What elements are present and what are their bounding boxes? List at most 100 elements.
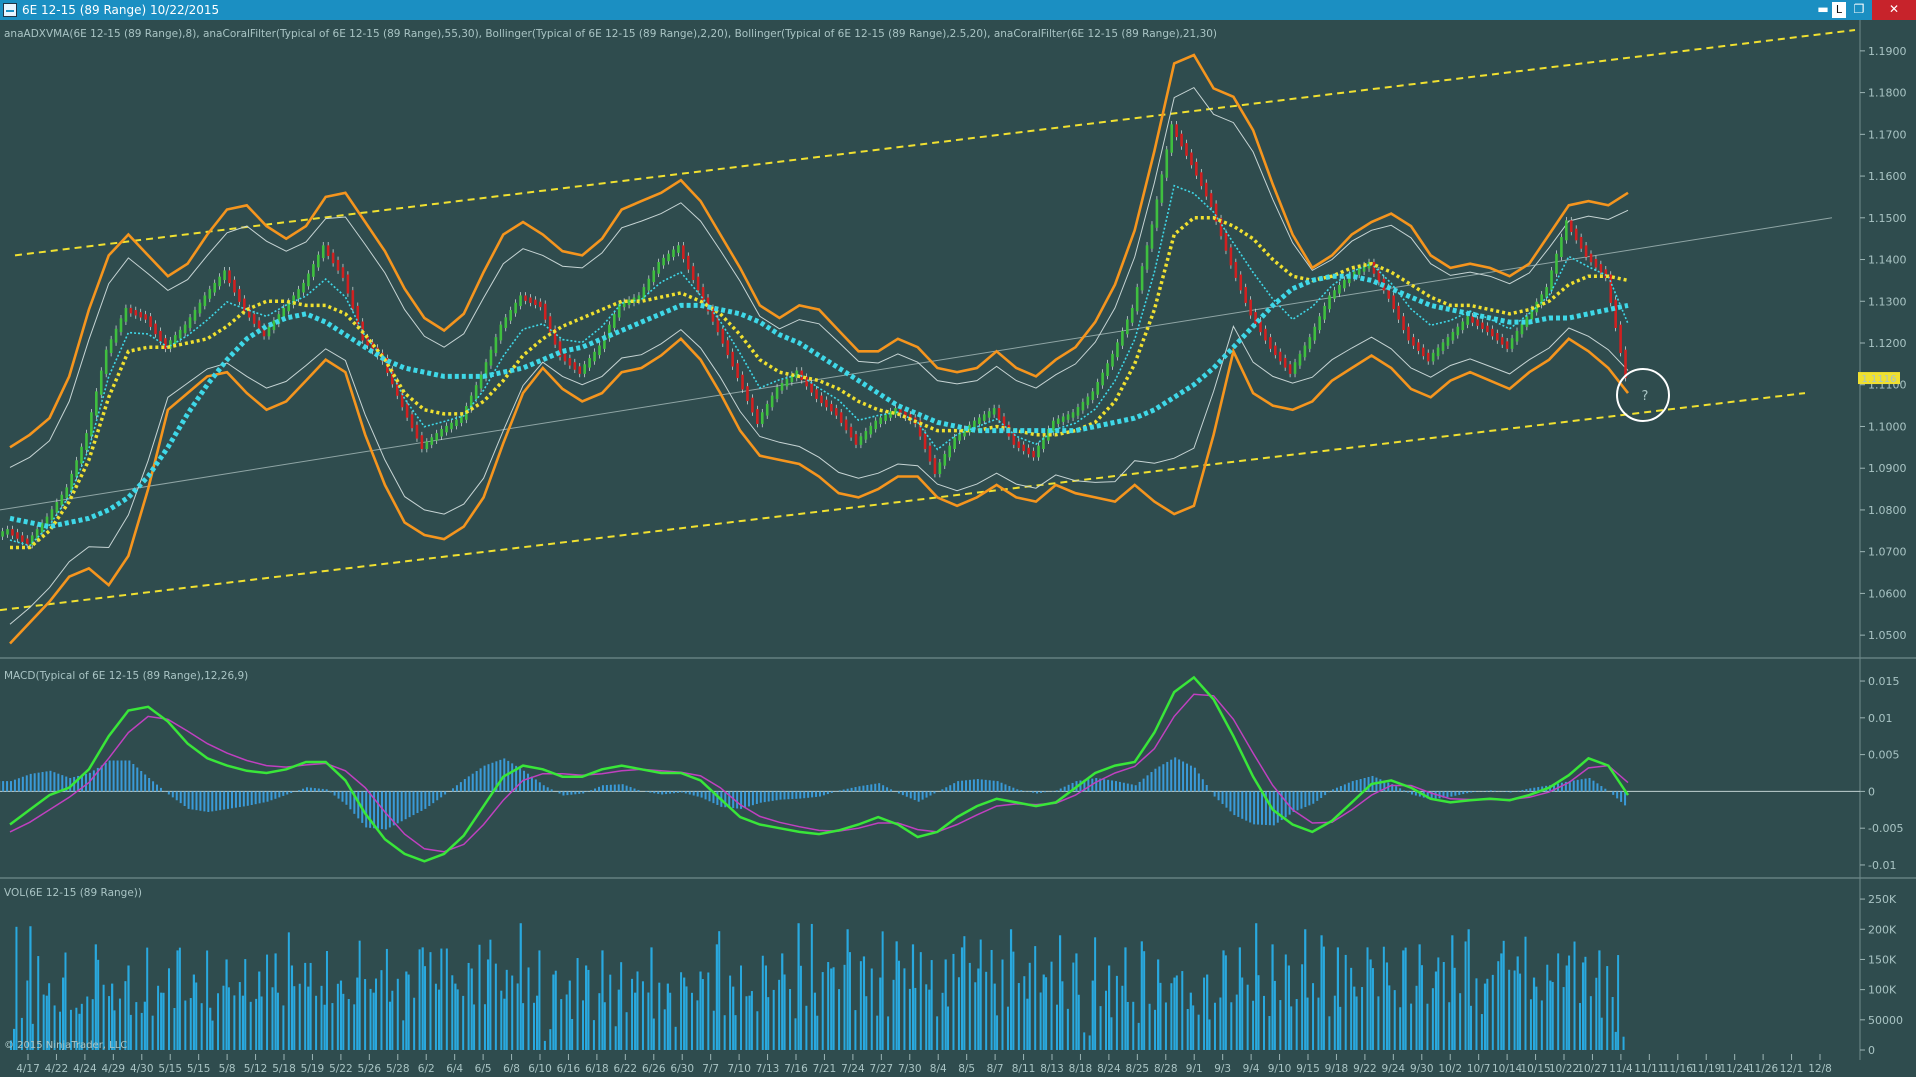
macd-histogram-bar [1111,780,1114,792]
candle-body [1421,347,1425,357]
volume-bar [552,974,555,1050]
candle-body [1155,199,1159,228]
candle-body [578,366,582,374]
volume-bar [601,950,604,1050]
macd-tick-label: -0.01 [1868,859,1896,872]
candle-body [593,351,596,362]
macd-histogram-bar [219,791,222,811]
volume-bar [974,982,977,1050]
volume-bar [881,931,884,1050]
candle-body [149,316,152,327]
candle-body [104,349,108,374]
volume-bar [1268,1016,1271,1050]
volume-bar [1524,936,1527,1050]
macd-histogram-bar [104,762,107,792]
volume-bar [748,995,751,1050]
candle-body [1195,161,1198,176]
candle-body [1461,321,1465,331]
macd-histogram-bar [901,791,904,796]
volume-bar [1230,1002,1233,1050]
volume-bar [1039,992,1042,1050]
macd-histogram-bar [562,791,565,796]
candle-body [1495,332,1499,341]
volume-bar [260,996,263,1050]
candle-body [691,266,695,280]
macd-histogram-bar [278,791,281,798]
volume-bar [424,966,427,1050]
x-tick-label: 8/11 [1012,1063,1036,1075]
close-button[interactable]: ✕ [1872,0,1916,20]
candle-body [489,349,493,366]
candle-body [109,339,113,354]
candle-body [529,297,532,303]
volume-bar [603,1002,606,1050]
macd-histogram-bar [408,791,411,818]
macd-histogram-bar [976,779,979,792]
x-tick-label: 7/30 [898,1063,922,1075]
macd-histogram-bar [1359,779,1362,792]
restore-button[interactable]: ❐ [1846,0,1872,20]
volume-bar [192,974,195,1050]
volume-bar [358,940,361,1050]
volume-bar [707,972,710,1050]
volume-bar [1614,1031,1617,1050]
macd-histogram-bar [736,791,739,809]
candle-body [317,254,320,268]
x-tick-label: 11/19 [1691,1063,1721,1075]
macd-histogram-bar [629,787,632,792]
volume-bar [1382,946,1385,1050]
volume-bar [960,947,964,1050]
volume-bar [276,992,279,1050]
link-button[interactable]: L [1832,2,1846,18]
volume-bar [1088,1035,1091,1050]
volume-bar [1355,996,1358,1050]
macd-histogram-bar [838,790,841,792]
volume-bar [830,968,833,1050]
macd-histogram-bar [1529,788,1532,792]
macd-histogram-bar [1193,767,1196,792]
macd-histogram-bar [1320,791,1323,798]
candle-body [1402,316,1405,331]
volume-bar [1058,935,1062,1050]
volume-bar [129,1014,132,1050]
macd-histogram-bar [558,791,561,794]
volume-bar [797,923,800,1050]
macd-histogram-bar [803,791,806,799]
macd-histogram-bar [878,783,881,792]
volume-bar [832,967,835,1050]
macd-histogram-bar [471,773,474,792]
macd-histogram-bar [526,773,529,792]
macd-histogram-bar [242,791,245,807]
candle-body [741,374,744,390]
volume-bar [554,970,557,1050]
candle-body [55,502,59,513]
chart-canvas[interactable]: 1.0500 1.0600 1.0700 1.0800 1.0900 1.1000 1.11… [0,20,1916,1077]
candle-body [1239,274,1243,291]
x-tick-label: 4/24 [73,1063,97,1075]
candle-body [810,383,813,393]
macd-histogram-bar [645,791,648,793]
volume-bar [1513,970,1516,1050]
volume-bar [1252,1000,1255,1050]
candle-body [1594,258,1598,268]
candle-body [583,364,586,374]
macd-histogram-bar [957,781,960,792]
volume-bar [690,992,693,1050]
macd-histogram-bar [984,779,987,792]
volume-bar [222,985,225,1050]
candle-body [415,424,419,439]
candle-body [1052,420,1055,433]
volume-bar [535,995,539,1050]
candle-body [721,328,725,344]
candle-body [1491,328,1494,337]
x-tick-label: 6/4 [446,1063,463,1075]
candle-body [218,276,221,287]
volume-bar [336,983,339,1050]
macd-histogram-bar [195,791,198,811]
x-tick-label: 7/24 [841,1063,865,1075]
macd-histogram-bar [546,787,549,792]
macd-histogram-bar [420,791,423,811]
volume-bar [1475,978,1478,1050]
volume-bar [1622,1036,1625,1050]
macd-histogram-bar [475,770,478,792]
